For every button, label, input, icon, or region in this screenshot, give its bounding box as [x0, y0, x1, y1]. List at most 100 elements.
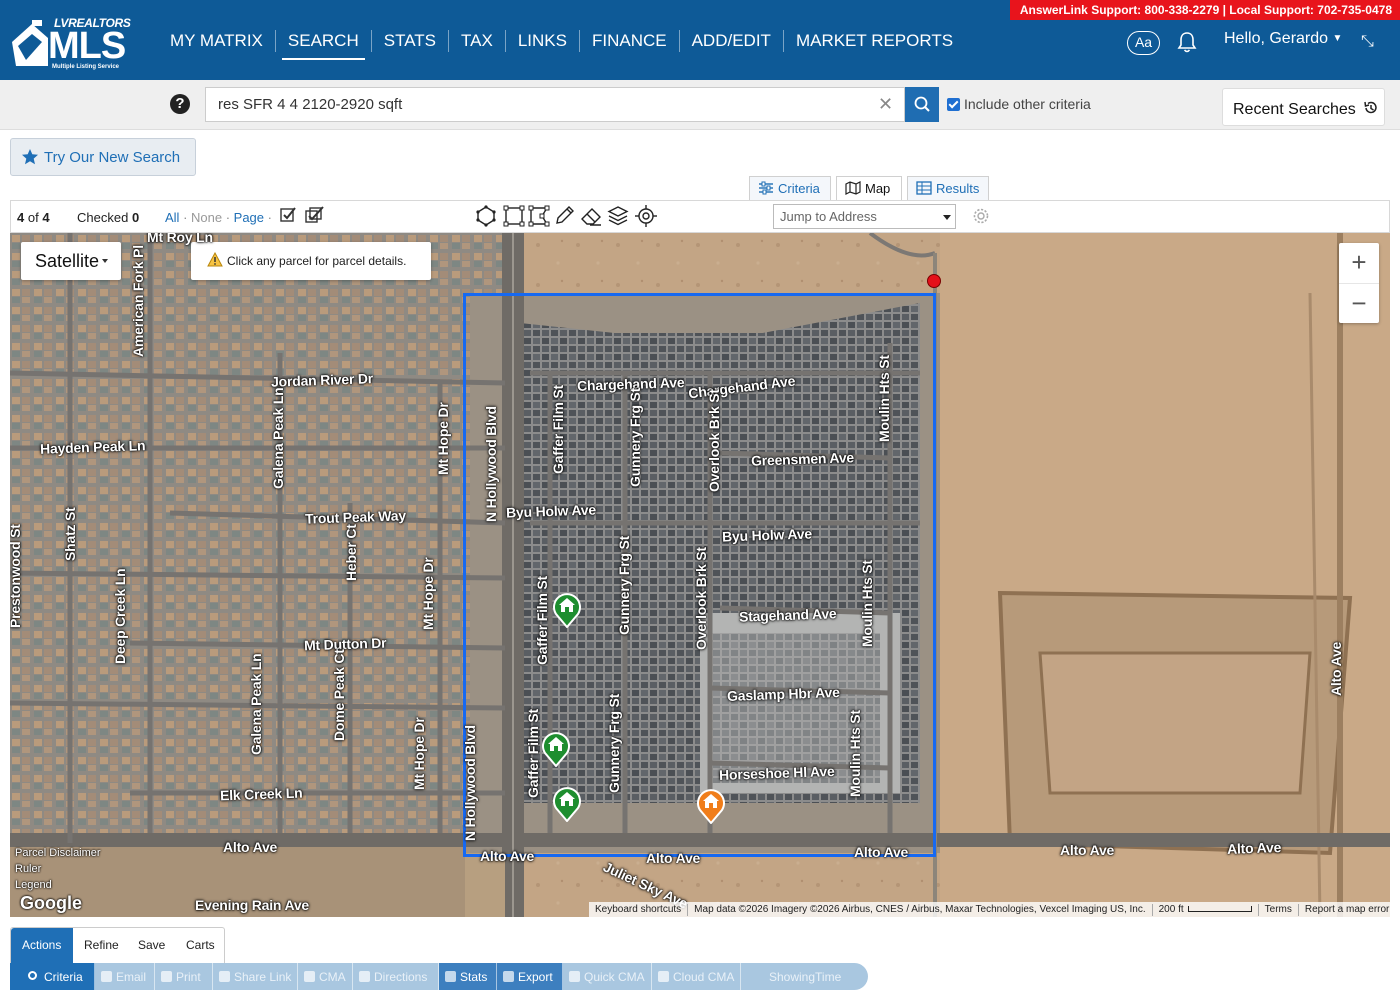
try-new-search-label: Try Our New Search	[44, 149, 181, 166]
tab-results-label: Results	[936, 181, 980, 196]
criteria-button[interactable]: Criteria	[10, 963, 95, 990]
freeform-shape-icon[interactable]	[528, 205, 550, 227]
select-page-link[interactable]: Page	[234, 210, 264, 225]
check-all-icon[interactable]	[304, 206, 326, 224]
terms-link[interactable]: Terms	[1257, 903, 1298, 916]
action-tabs: Actions Refine Save Carts	[10, 927, 226, 964]
help-icon[interactable]: ?	[170, 94, 190, 114]
stats-button[interactable]: Stats	[439, 963, 497, 990]
email-button-label: Email	[116, 970, 147, 984]
nav-my-matrix[interactable]: MY MATRIX	[158, 30, 276, 52]
include-other-criteria[interactable]: Include other criteria	[947, 96, 1091, 112]
nav-add-edit[interactable]: ADD/EDIT	[680, 30, 784, 52]
text-size-button[interactable]: Aa	[1127, 31, 1160, 55]
cloud-cma-button[interactable]: Cloud CMA	[652, 963, 741, 990]
lvr-mls-logo[interactable]: LVREALTORS MLS Multiple Listing Service	[10, 14, 132, 72]
include-criteria-checkbox[interactable]	[947, 97, 960, 111]
ruler-link[interactable]: Ruler	[15, 861, 101, 877]
result-count-total: 4	[42, 210, 50, 225]
checked-count: Checked 0	[77, 210, 139, 225]
chevron-down-icon: ▼	[1332, 33, 1343, 44]
tab-map[interactable]: Map	[836, 176, 902, 201]
street-label: Galena Peak Ln	[270, 387, 286, 489]
email-button[interactable]: Email	[95, 963, 155, 990]
select-none-link[interactable]: None	[191, 210, 222, 225]
chevron-down-icon	[943, 215, 951, 220]
select-all-link[interactable]: All	[165, 210, 179, 225]
scale-bar	[1187, 905, 1252, 912]
check-selected-icon[interactable]	[279, 206, 297, 224]
map-scale[interactable]: 200 ft	[1151, 903, 1258, 916]
street-label: Heber Ct	[343, 524, 359, 581]
quick-cma-button-label: Quick CMA	[584, 970, 645, 984]
search-button[interactable]	[905, 87, 939, 122]
showingtime-button[interactable]: ShowingTime	[741, 963, 861, 990]
street-label: Overlook Brk St	[693, 547, 709, 650]
pending-listing-pin[interactable]	[696, 786, 726, 824]
pencil-icon[interactable]	[553, 205, 575, 227]
tab-map-label: Map	[865, 181, 891, 196]
nav-finance[interactable]: FINANCE	[580, 30, 680, 52]
bell-icon[interactable]	[1177, 31, 1197, 53]
street-label: Alto Ave	[1226, 839, 1282, 857]
street-label: Alto Ave	[854, 844, 909, 860]
collapse-icon[interactable]: ⤡	[1361, 33, 1374, 51]
nav-search[interactable]: SEARCH	[276, 30, 372, 60]
share-link-button[interactable]: Share Link	[213, 963, 298, 990]
active-listing-pin[interactable]	[552, 590, 582, 628]
tab-results[interactable]: Results	[907, 176, 989, 200]
street-label: Gunnery Frg St	[627, 387, 643, 487]
draw-handle-marker[interactable]	[927, 274, 941, 288]
parcel-disclaimer-link[interactable]: Parcel Disclaimer	[15, 845, 101, 861]
nav-tax[interactable]: TAX	[449, 30, 506, 52]
print-button[interactable]: Print	[155, 963, 213, 990]
parcel-tip-text: Click any parcel for parcel details.	[227, 254, 407, 268]
cma-button[interactable]: CMA	[298, 963, 353, 990]
street-label: Dome Peak Ct	[331, 649, 347, 741]
tab-criteria-label: Criteria	[778, 181, 820, 196]
history-icon	[1364, 101, 1377, 114]
satellite-map[interactable]: Satellite Click any parcel for parcel de…	[10, 233, 1390, 917]
locate-icon[interactable]	[635, 205, 657, 227]
tab-criteria[interactable]: Criteria	[749, 176, 831, 200]
tab-refine[interactable]: Refine	[73, 928, 130, 964]
gear-icon[interactable]	[972, 207, 990, 225]
zoom-in-button[interactable]: +	[1339, 243, 1379, 283]
jump-to-address-select[interactable]: Jump to Address	[773, 204, 956, 229]
street-label: Shatz St	[62, 507, 78, 561]
active-listing-pin[interactable]	[541, 729, 571, 767]
keyboard-shortcuts-link[interactable]: Keyboard shortcuts	[589, 904, 687, 916]
nav-stats[interactable]: STATS	[372, 30, 450, 52]
street-label: N Hollywood Blvd	[462, 725, 478, 841]
tab-save[interactable]: Save	[127, 928, 176, 964]
quick-cma-button[interactable]: Quick CMA	[563, 963, 652, 990]
quick-search-input[interactable]	[205, 87, 905, 122]
tab-carts[interactable]: Carts	[175, 928, 226, 964]
clear-search-icon[interactable]: ✕	[878, 95, 893, 113]
legend-link[interactable]: Legend	[15, 877, 101, 893]
street-label: American Fork Pl	[130, 245, 146, 357]
street-label: Moulin Hts St	[859, 560, 875, 647]
jump-to-address-placeholder: Jump to Address	[780, 209, 877, 224]
tab-actions[interactable]: Actions	[11, 928, 73, 964]
nav-market-reports[interactable]: MARKET REPORTS	[784, 30, 965, 52]
report-map-error-link[interactable]: Report a map error	[1297, 903, 1390, 916]
search-icon	[914, 96, 930, 112]
google-logo[interactable]: Google	[20, 893, 82, 914]
polygon-draw-icon[interactable]	[475, 205, 497, 227]
nav-links[interactable]: LINKS	[506, 30, 580, 52]
map-type-dropdown[interactable]: Satellite	[21, 242, 121, 280]
zoom-out-button[interactable]: −	[1339, 283, 1379, 323]
try-new-search-button[interactable]: Try Our New Search	[10, 138, 196, 176]
recent-searches-button[interactable]: Recent Searches	[1222, 88, 1385, 126]
layers-icon[interactable]	[607, 205, 629, 227]
eraser-icon[interactable]	[580, 205, 602, 227]
user-menu[interactable]: Hello, Gerardo ▼	[1224, 30, 1342, 48]
street-label: Alto Ave	[1328, 641, 1344, 696]
link-icon	[219, 971, 230, 982]
active-listing-pin[interactable]	[552, 784, 582, 822]
map-links: Parcel Disclaimer Ruler Legend	[15, 845, 101, 893]
export-button[interactable]: Export	[497, 963, 563, 990]
rectangle-draw-icon[interactable]	[503, 205, 525, 227]
directions-button[interactable]: Directions	[353, 963, 439, 990]
